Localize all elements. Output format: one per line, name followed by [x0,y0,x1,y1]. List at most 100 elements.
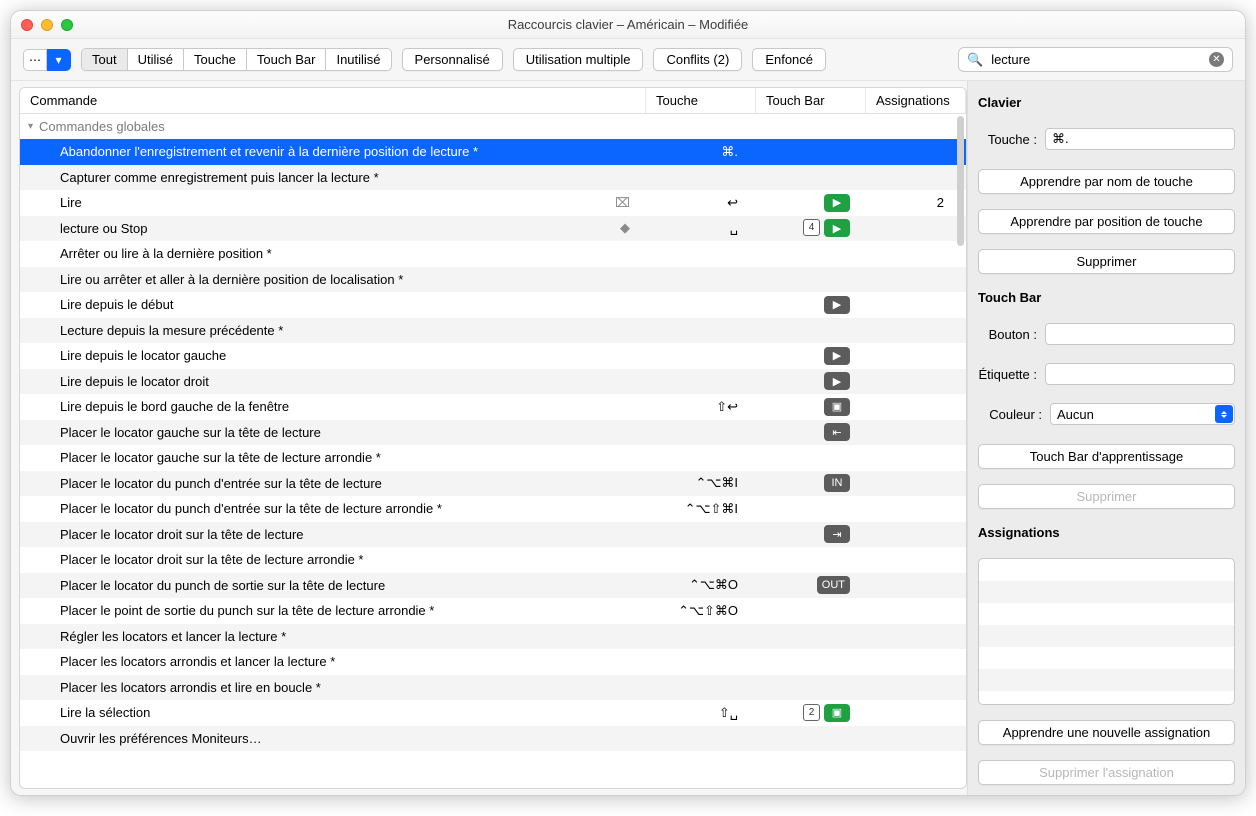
table-row[interactable]: Lire depuis le locator droit▶ [20,369,966,395]
table-row[interactable]: Abandonner l'enregistrement et revenir à… [20,139,966,165]
group-global-commands[interactable]: ▾ Commandes globales [20,114,966,139]
play-icon: ▶ [824,219,850,237]
command-label: Placer les locators arrondis et lire en … [60,680,321,695]
touchbar-cell: ▶ [756,347,866,365]
group-label: Commandes globales [39,119,165,134]
touchbar-icon: ⇥ [824,525,850,543]
search-icon: 🔍 [967,52,983,68]
learn-by-position-button[interactable]: Apprendre par position de touche [978,209,1235,234]
key-cell: ⇧␣ [646,705,756,721]
table-row[interactable]: Placer le locator du punch de sortie sur… [20,573,966,599]
table-row[interactable]: Placer le locator droit sur la tête de l… [20,547,966,573]
tb-button-input[interactable] [1045,323,1235,345]
filter-touch bar[interactable]: Touch Bar [247,49,327,70]
learn-by-name-button[interactable]: Apprendre par nom de touche [978,169,1235,194]
table-row[interactable]: Placer les locators arrondis et lire en … [20,675,966,701]
table-row[interactable]: Placer les locators arrondis et lancer l… [20,649,966,675]
touchbar-icon: ▣ [824,398,850,416]
touchbar-cell: 2▣ [756,704,866,722]
inspector-sidebar: Clavier Touche : Apprendre par nom de to… [967,81,1245,795]
tb-color-select[interactable]: Aucun [1050,403,1235,425]
table-row[interactable]: Lire depuis le bord gauche de la fenêtre… [20,394,966,420]
key-cell: ⌃⌥⇧⌘I [646,501,756,517]
col-command[interactable]: Commande [20,88,646,113]
tb-color-label: Couleur : [978,407,1042,422]
key-cell: ⌃⌥⌘I [646,475,756,491]
touchbar-cell: ⇤ [756,423,866,441]
command-label: Placer le locator droit sur la tête de l… [60,552,364,567]
col-assignments[interactable]: Assignations [866,88,966,113]
toolbar: ⋯ ▾ ToutUtiliséToucheTouch BarInutilisé … [11,39,1245,81]
table-row[interactable]: Placer le locator gauche sur la tête de … [20,420,966,446]
touchbar-icon: ⇤ [824,423,850,441]
table-row[interactable]: Placer le locator droit sur la tête de l… [20,522,966,548]
table-row[interactable]: Lire⌧↩▶2 [20,190,966,216]
touchbar-icon: ▶ [824,347,850,365]
tb-label-input[interactable] [1045,363,1235,385]
table-row[interactable]: Arrêter ou lire à la dernière position * [20,241,966,267]
table-row[interactable]: Lire ou arrêter et aller à la dernière p… [20,267,966,293]
keyboard-header: Clavier [978,95,1235,110]
multiuse-button[interactable]: Utilisation multiple [513,48,644,71]
table-row[interactable]: Capturer comme enregistrement puis lance… [20,165,966,191]
scrollbar[interactable] [957,116,964,246]
table-row[interactable]: Placer le locator du punch d'entrée sur … [20,471,966,497]
chevron-down-icon[interactable]: ▾ [28,121,33,132]
key-cell: ↩ [646,195,756,211]
command-label: Placer les locators arrondis et lancer l… [60,654,335,669]
key-input[interactable] [1045,128,1235,150]
command-label: Régler les locators et lancer la lecture… [60,629,286,644]
list-view-icon[interactable]: ⋯ [23,49,47,71]
titlebar: Raccourcis clavier – Américain – Modifié… [11,11,1245,39]
command-label: Arrêter ou lire à la dernière position * [60,246,272,261]
touchbar-cell: OUT [756,576,866,594]
chevron-updown-icon [1215,405,1233,423]
clear-search-icon[interactable]: ✕ [1209,52,1224,67]
command-label: Lecture depuis la mesure précédente * [60,323,283,338]
touchbar-cell: ⇥ [756,525,866,543]
tb-learn-button[interactable]: Touch Bar d'apprentissage [978,444,1235,469]
table-row[interactable]: Placer le point de sortie du punch sur l… [20,598,966,624]
delete-assignment-button[interactable]: Supprimer l'assignation [978,760,1235,785]
table-row[interactable]: Lire depuis le locator gauche ▶ [20,343,966,369]
search-field[interactable]: 🔍 ✕ [958,47,1233,72]
command-label: lecture ou Stop [60,221,147,236]
command-extra-icon: ◆ [620,220,630,236]
key-cell: ␣ [646,220,756,236]
filter-inutilisé[interactable]: Inutilisé [326,49,390,70]
touchbar-cell: ▣ [756,398,866,416]
learn-assignment-button[interactable]: Apprendre une nouvelle assignation [978,720,1235,745]
customized-button[interactable]: Personnalisé [402,48,503,71]
command-label: Lire depuis le locator gauche [60,348,226,363]
touchbar-cell: ▶ [756,194,866,212]
content-area: Commande Touche Touch Bar Assignations ▾… [11,81,1245,795]
view-mode-segment: ⋯ ▾ [23,49,71,71]
table-row[interactable]: Placer le locator du punch d'entrée sur … [20,496,966,522]
table-row[interactable]: Lire la sélection ⇧␣2▣ [20,700,966,726]
search-input[interactable] [987,50,1209,69]
conflicts-button[interactable]: Conflits (2) [653,48,742,71]
col-key[interactable]: Touche [646,88,756,113]
tb-delete-button[interactable]: Supprimer [978,484,1235,509]
window-title: Raccourcis clavier – Américain – Modifié… [11,17,1245,32]
table-row[interactable]: Lecture depuis la mesure précédente * [20,318,966,344]
table-row[interactable]: Placer le locator gauche sur la tête de … [20,445,966,471]
filter-touche[interactable]: Touche [184,49,247,70]
filter-utilisé[interactable]: Utilisé [128,49,184,70]
table-row[interactable]: lecture ou Stop◆␣4▶ [20,216,966,242]
touchbar-cell: ▶ [756,296,866,314]
tb-label-label: Étiquette : [978,367,1037,382]
table-row[interactable]: Ouvrir les préférences Moniteurs… [20,726,966,752]
assignments-list[interactable] [978,558,1235,705]
table-row[interactable]: Régler les locators et lancer la lecture… [20,624,966,650]
filter-segment: ToutUtiliséToucheTouch BarInutilisé [81,48,392,71]
touchbar-icon: OUT [817,576,850,594]
filter-tout[interactable]: Tout [82,49,128,70]
table-row[interactable]: Lire depuis le début▶ [20,292,966,318]
command-label: Lire la sélection [60,705,150,720]
touchbar-cell: IN [756,474,866,492]
detail-view-icon[interactable]: ▾ [47,49,71,71]
delete-key-button[interactable]: Supprimer [978,249,1235,274]
pressed-button[interactable]: Enfoncé [752,48,826,71]
col-touchbar[interactable]: Touch Bar [756,88,866,113]
